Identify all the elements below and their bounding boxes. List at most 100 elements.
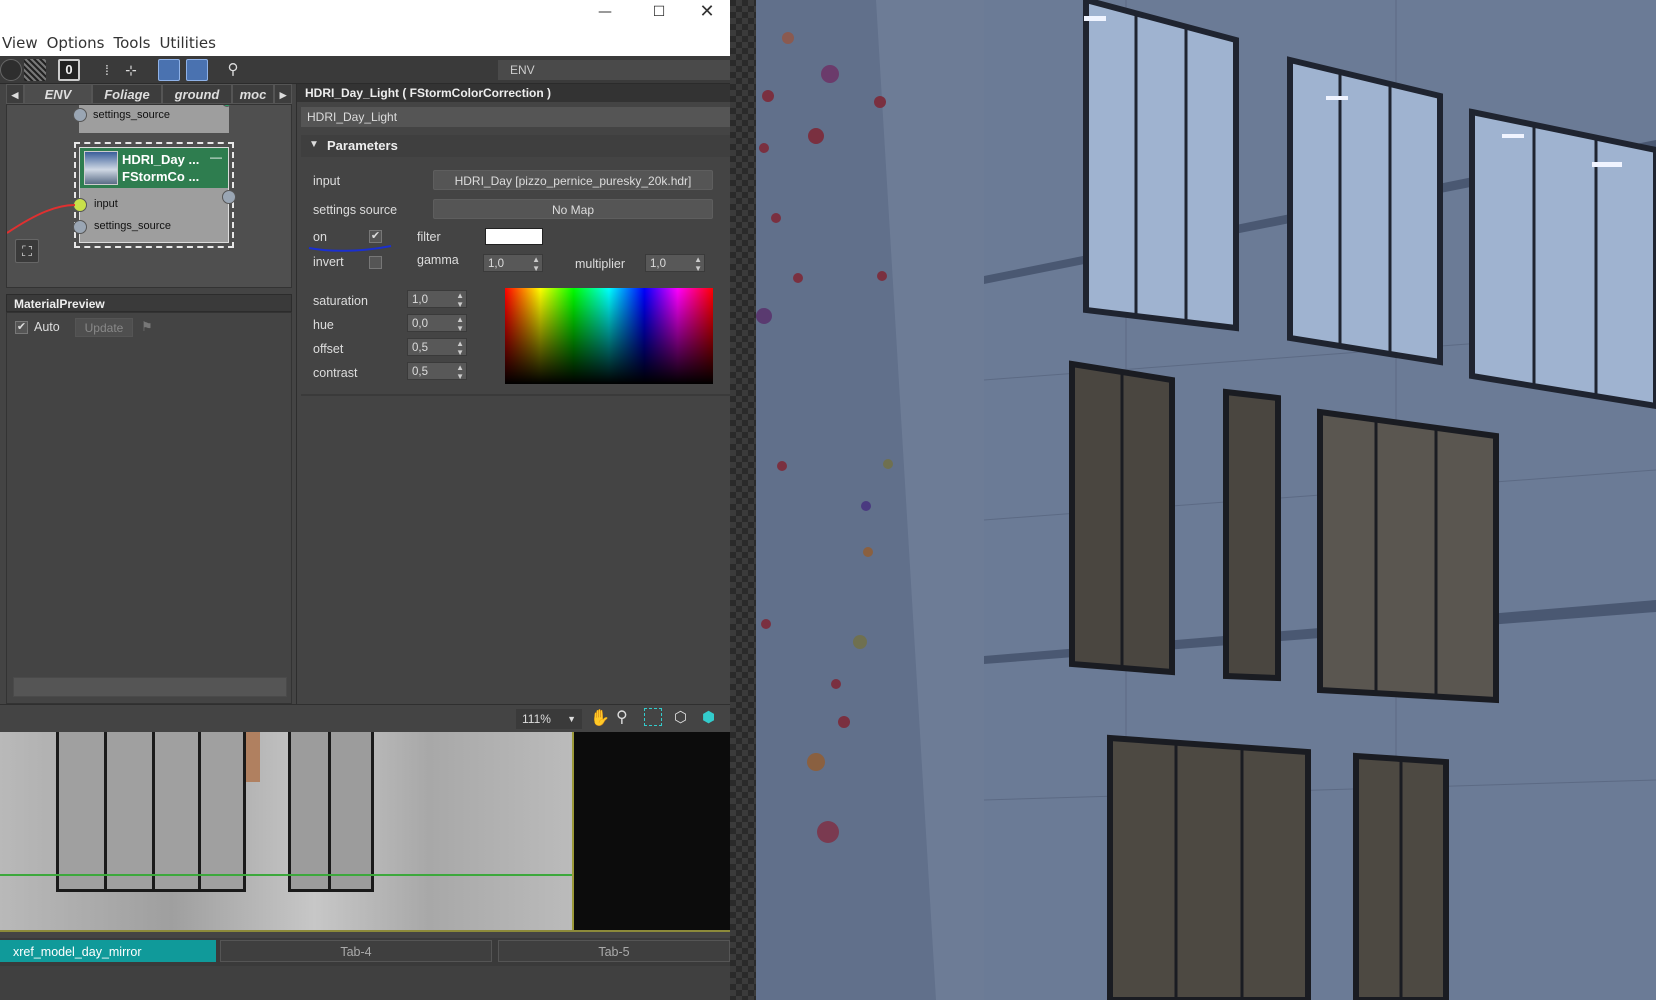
- render-viewport: [756, 0, 1656, 1000]
- zoom-icon[interactable]: ⚲: [616, 707, 628, 727]
- maximize-icon[interactable]: ☐: [636, 0, 682, 26]
- pin-icon[interactable]: ⚑: [141, 319, 153, 335]
- tab-foliage[interactable]: Foliage: [92, 84, 162, 104]
- spinner-arrows-icon[interactable]: ▲ ▼: [456, 291, 464, 309]
- gamma-label: gamma: [417, 253, 459, 267]
- thumb-mullion: [198, 732, 201, 890]
- node-canvas[interactable]: settings_source HDRI_Day ... FStormCo ..…: [6, 104, 292, 288]
- parameters-title: HDRI_Day_Light ( FStormColorCorrection ): [297, 84, 731, 102]
- contrast-value: 0,5: [412, 366, 428, 378]
- layout-vertical-icon[interactable]: ⁞: [96, 59, 118, 81]
- render-thumbnail: [0, 732, 730, 932]
- thumb-mullion: [328, 732, 331, 890]
- annotation-underline: [308, 245, 392, 252]
- hue-value: 0,0: [412, 318, 428, 330]
- preview-progress-bar: [13, 677, 287, 697]
- tab-ground[interactable]: ground: [162, 84, 232, 104]
- select-tool-icon[interactable]: [0, 59, 22, 81]
- thumb-accent: [246, 732, 260, 782]
- spinner-arrows-icon[interactable]: ▲ ▼: [456, 363, 464, 381]
- tabs-scroll-right-icon[interactable]: ▸: [274, 84, 292, 104]
- close-icon[interactable]: ✕: [684, 0, 730, 26]
- filter-label: filter: [417, 230, 441, 244]
- menu-tools[interactable]: Tools: [112, 32, 158, 54]
- pan-hand-icon[interactable]: ✋: [590, 708, 610, 728]
- auto-label: Auto: [34, 320, 60, 334]
- saturation-value: 1,0: [412, 294, 428, 306]
- invert-checkbox[interactable]: [369, 256, 382, 269]
- thumb-window-1: [56, 732, 246, 892]
- menu-utilities[interactable]: Utilities: [157, 32, 222, 54]
- filter-color-swatch[interactable]: [485, 228, 543, 245]
- gamma-spinner[interactable]: 1,0 ▲ ▼: [483, 254, 543, 273]
- hue-label: hue: [313, 318, 334, 332]
- menu-view[interactable]: View: [0, 32, 45, 54]
- rollout-divider: [301, 394, 731, 396]
- offset-spinner[interactable]: 0,5 ▲ ▼: [407, 338, 467, 357]
- offset-label: offset: [313, 342, 344, 356]
- node-editor-panel: ◂ ENV Foliage ground moc ▸ settings_sour…: [0, 84, 296, 704]
- show-list-icon[interactable]: [158, 59, 180, 81]
- show-map-icon[interactable]: [186, 59, 208, 81]
- settings-source-map-button[interactable]: No Map: [433, 199, 713, 219]
- view-tab-bar: xref_model_day_mirror Tab-4 Tab-5: [0, 938, 730, 966]
- node-name-field[interactable]: HDRI_Day_Light: [301, 107, 731, 127]
- thumb-mullion: [104, 732, 107, 890]
- gamma-value: 1,0: [488, 258, 504, 270]
- input-map-button[interactable]: HDRI_Day [pizzo_pernice_puresky_20k.hdr]: [433, 170, 713, 190]
- spinner-arrows-icon[interactable]: ▲ ▼: [694, 255, 702, 273]
- update-button[interactable]: Update: [75, 318, 133, 337]
- tab-5[interactable]: Tab-5: [498, 940, 730, 962]
- zoom-dropdown[interactable]: 111% ▼: [516, 709, 582, 729]
- minimize-icon[interactable]: —: [582, 0, 628, 26]
- menu-options[interactable]: Options: [45, 32, 112, 54]
- parameters-panel: HDRI_Day_Light ( FStormColorCorrection )…: [296, 84, 731, 704]
- multiplier-label: multiplier: [575, 257, 626, 271]
- tab-env[interactable]: ENV: [24, 84, 92, 104]
- input-label: input: [313, 174, 341, 188]
- tab-moc[interactable]: moc: [232, 84, 274, 104]
- invert-label: invert: [313, 255, 344, 269]
- auto-checkbox[interactable]: ✔: [15, 321, 28, 334]
- tab-xref-model-day-mirror[interactable]: xref_model_day_mirror: [0, 940, 216, 962]
- offset-value: 0,5: [412, 342, 428, 354]
- thumb-window-2: [288, 732, 374, 892]
- zoom-extents-selected-icon[interactable]: ⬢: [702, 708, 715, 726]
- bottom-empty-area: [0, 966, 730, 1000]
- title-bar: — ☐ ✕ View Options Tools Utilities: [0, 0, 730, 56]
- saturation-spinner[interactable]: 1,0 ▲ ▼: [407, 290, 467, 309]
- zoom-value: 111%: [522, 712, 551, 726]
- checker-background-icon[interactable]: [24, 59, 46, 81]
- spinner-arrows-icon[interactable]: ▲ ▼: [456, 315, 464, 333]
- multiplier-spinner[interactable]: 1,0 ▲ ▼: [645, 254, 705, 273]
- rollout-collapse-icon[interactable]: ▼: [309, 139, 319, 150]
- thumb-guide-line: [0, 874, 572, 876]
- menu-bar: View Options Tools Utilities: [0, 32, 223, 54]
- zoom-region-icon[interactable]: [644, 708, 662, 726]
- pick-material-icon[interactable]: ⚲: [222, 59, 244, 81]
- tab-4[interactable]: Tab-4: [220, 940, 492, 962]
- status-row: 111% ▼ ✋ ⚲ ⬡ ⬢: [0, 704, 730, 732]
- tabs-scroll-left-icon[interactable]: ◂: [6, 84, 24, 104]
- contrast-spinner[interactable]: 0,5 ▲ ▼: [407, 362, 467, 381]
- layout-horizontal-icon[interactable]: ⊹: [120, 59, 142, 81]
- chevron-down-icon: ▼: [567, 714, 576, 724]
- spinner-arrows-icon[interactable]: ▲ ▼: [456, 339, 464, 357]
- rendered-building-facade: [756, 0, 1656, 1000]
- settings-source-label: settings source: [313, 203, 398, 217]
- spinner-arrows-icon[interactable]: ▲ ▼: [532, 255, 540, 273]
- material-preview-panel: ✔ Auto Update ⚑: [6, 312, 292, 704]
- contrast-label: contrast: [313, 366, 358, 380]
- parameters-rollout-header[interactable]: Parameters: [301, 135, 731, 157]
- env-field[interactable]: ENV: [498, 60, 730, 80]
- zoom-extents-icon[interactable]: ⬡: [674, 708, 687, 726]
- thumb-empty-area: [574, 732, 730, 930]
- saturation-label: saturation: [313, 294, 368, 308]
- reset-map-icon[interactable]: 0: [58, 59, 80, 81]
- material-preview-title: MaterialPreview: [6, 294, 292, 312]
- material-editor-window: — ☐ ✕ View Options Tools Utilities 0 ⁞ ⊹…: [0, 0, 731, 1000]
- navigator-icon[interactable]: ⛶: [15, 239, 39, 263]
- multiplier-value: 1,0: [650, 258, 666, 270]
- node-connection: [7, 204, 76, 234]
- hue-spinner[interactable]: 0,0 ▲ ▼: [407, 314, 467, 333]
